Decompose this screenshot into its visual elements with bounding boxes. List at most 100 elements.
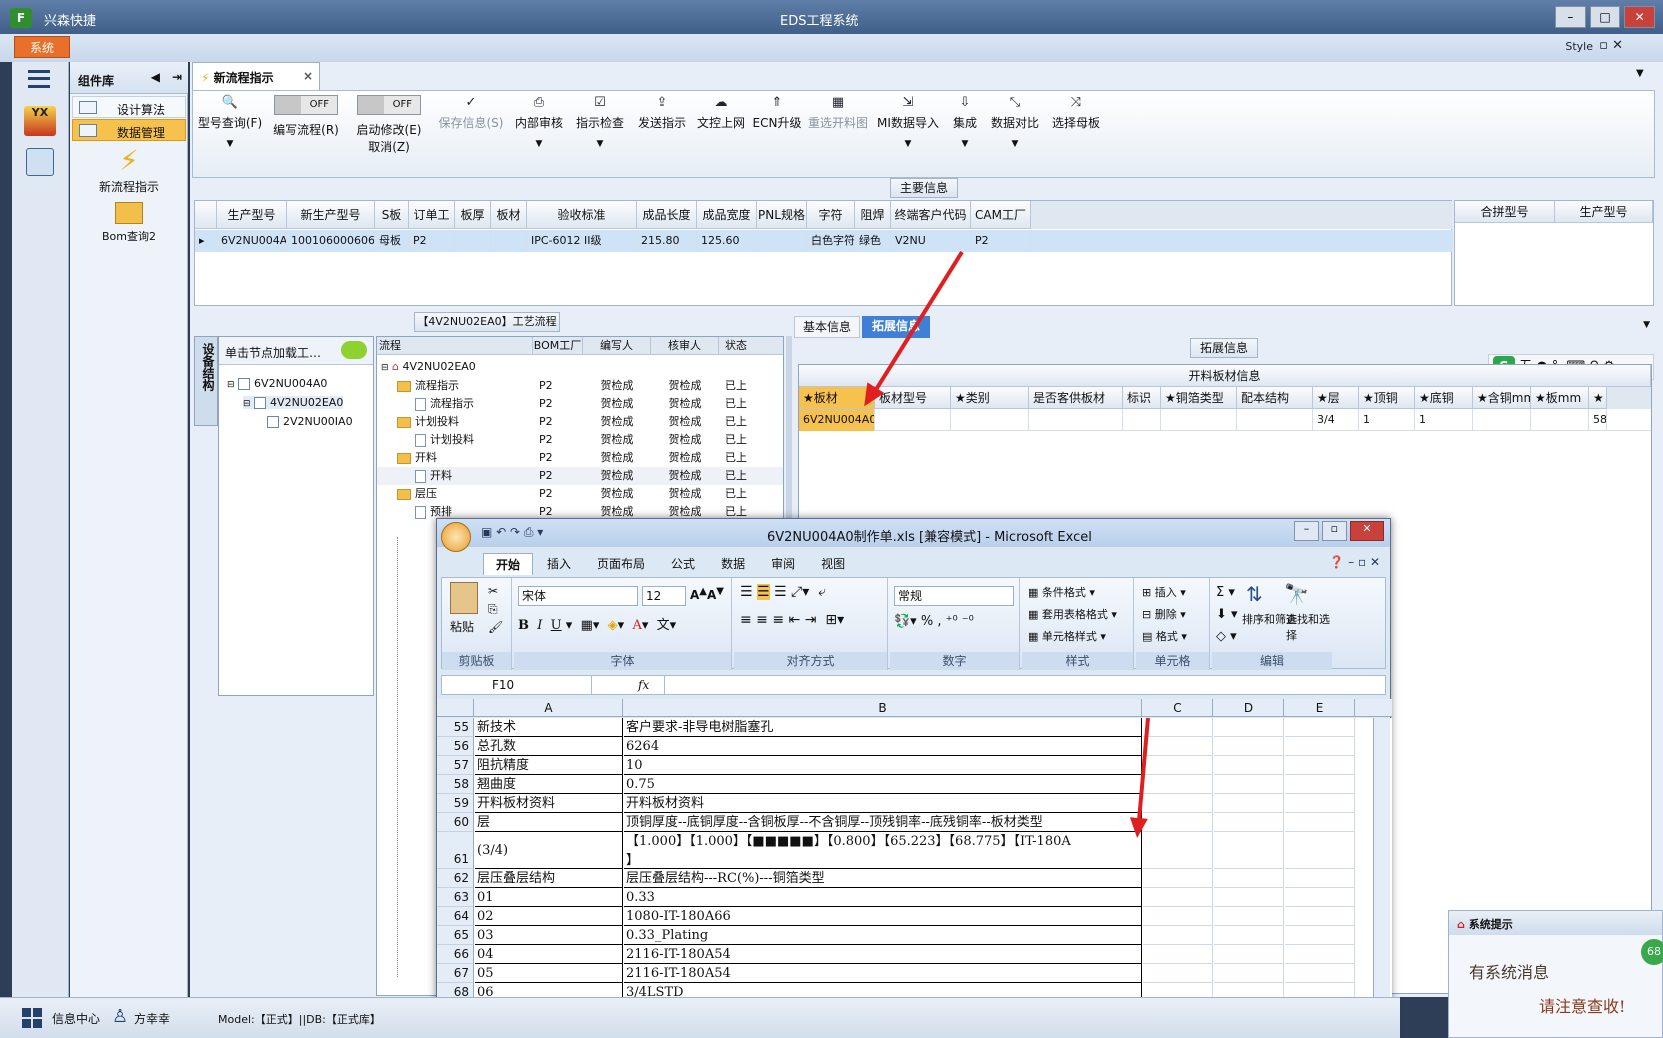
excel-tab[interactable]: 开始 <box>483 553 534 575</box>
table-row[interactable]: 60 层顶铜厚度--底铜厚度--含铜板厚--不含铜厚--顶残铜率--底残铜率--板… <box>437 813 1392 832</box>
internal-review-button[interactable]: ⎙ 内部审核 ▼ <box>511 95 567 149</box>
column-header[interactable]: 成品长度 <box>637 201 697 229</box>
cell-a[interactable]: 05 <box>475 964 623 983</box>
table-cell[interactable]: 125.60 <box>697 230 757 252</box>
column-header[interactable]: PNL规格 <box>757 201 807 229</box>
table-cell[interactable]: P2 <box>971 230 1031 252</box>
cell-e[interactable] <box>1285 888 1355 907</box>
clipboard-tools-icon[interactable]: ✂ ⎘ 🖌 <box>488 582 503 636</box>
table-row[interactable]: 57 阻抗精度 10 <box>437 756 1392 775</box>
cell-a[interactable]: 01 <box>475 888 623 907</box>
formula-input[interactable] <box>664 676 1364 694</box>
row-number[interactable]: 59 <box>437 794 474 813</box>
table-cell[interactable]: IPC-6012 II级 <box>527 230 637 252</box>
maximize-button[interactable]: □ <box>1589 6 1621 28</box>
column-header[interactable]: 生产型号 <box>217 201 287 229</box>
cell-a[interactable]: 总孔数 <box>475 737 623 756</box>
row-number[interactable]: 61 <box>437 832 474 869</box>
table-cell[interactable] <box>951 409 1029 431</box>
excel-help-icon[interactable]: ❓ – ▫ ✕ <box>1329 555 1380 569</box>
find-select-icon[interactable]: 🔭 <box>1284 582 1309 606</box>
column-header[interactable]: ★ <box>1589 387 1607 409</box>
pin-panel-icon[interactable]: ⇥ <box>172 70 182 84</box>
cell-e[interactable] <box>1285 775 1355 794</box>
font-grow-icon[interactable]: A▲A▼ <box>690 586 724 602</box>
ribbon-controls-icon[interactable]: ▫ ✕ <box>1599 38 1623 53</box>
row-number[interactable]: 58 <box>437 775 474 794</box>
excel-tab[interactable]: 插入 <box>535 553 583 575</box>
table-cell[interactable] <box>757 230 807 252</box>
table-row[interactable]: 66 04 2116-IT-180A54 <box>437 945 1392 964</box>
table-cell[interactable]: 6V2NU004A0 <box>217 230 287 252</box>
cell-e[interactable] <box>1285 756 1355 775</box>
row-number[interactable]: 66 <box>437 945 474 964</box>
tool-bom-query[interactable]: Bom查询2 <box>84 198 174 244</box>
system-menu-button[interactable]: 系统 <box>14 36 70 58</box>
table-cell[interactable]: 10010600060608 <box>287 230 375 252</box>
cell-a[interactable]: 层 <box>475 813 623 832</box>
paste-icon[interactable] <box>450 582 478 614</box>
number-format-select[interactable]: 常规 <box>894 586 1014 606</box>
vertical-scrollbar[interactable] <box>1373 718 1390 1038</box>
table-row[interactable]: 67 05 2116-IT-180A54 <box>437 964 1392 983</box>
cell-c[interactable] <box>1143 813 1213 832</box>
table-row[interactable]: 61 (3/4) 【1.000】【1.000】【■■■■■】【0.800】【65.2… <box>437 832 1392 869</box>
cell-d[interactable] <box>1214 888 1284 907</box>
table-cell[interactable] <box>491 230 527 252</box>
model-query-button[interactable]: 🔍 型号查询(F) ▼ <box>197 95 263 149</box>
main-info-data-row[interactable]: ▸6V2NU004A010010600060608母板P2IPC-6012 II… <box>195 230 1453 252</box>
cell-c[interactable] <box>1143 737 1213 756</box>
cell-b[interactable]: 2116-IT-180A54 <box>624 964 1142 983</box>
doc-upload-button[interactable]: ☁ 文控上网 <box>693 95 749 131</box>
cell-d[interactable] <box>1214 926 1284 945</box>
cell-b[interactable]: 客户要求-非导电树脂塞孔 <box>624 718 1142 737</box>
cell-d[interactable] <box>1214 737 1284 756</box>
column-header[interactable]: 是否客供板材 <box>1029 387 1123 409</box>
cell-c[interactable] <box>1143 888 1213 907</box>
office-button-icon[interactable] <box>441 522 471 552</box>
cell-b[interactable]: 0.75 <box>624 775 1142 794</box>
cell-b[interactable]: 开料板材资料 <box>624 794 1142 813</box>
table-cell[interactable] <box>1473 409 1531 431</box>
cell-c[interactable] <box>1143 756 1213 775</box>
system-notification[interactable]: ⌂ 系统提示 有系统消息 请注意查收! 68 <box>1448 910 1663 1038</box>
select-all-corner[interactable] <box>437 699 474 717</box>
row-number[interactable]: 65 <box>437 926 474 945</box>
col-header-c[interactable]: C <box>1143 699 1213 717</box>
write-process-toggle[interactable]: OFF 编写流程(R) <box>269 95 343 138</box>
align-h-icons[interactable]: ≡ ≡ ≡ ⇤ ⇥ ⊞▾ <box>740 612 844 628</box>
instruction-check-button[interactable]: ☑ 指示检查 ▼ <box>571 95 629 149</box>
row-number[interactable]: 62 <box>437 869 474 888</box>
excel-close-button[interactable]: ✕ <box>1349 521 1384 541</box>
cell-a[interactable]: 02 <box>475 907 623 926</box>
tool-new-process[interactable]: ⚡ 新流程指示 <box>84 144 174 195</box>
cell-d[interactable] <box>1214 775 1284 794</box>
cell-d[interactable] <box>1214 718 1284 737</box>
style-label[interactable]: Style <box>1565 40 1593 53</box>
mi-import-button[interactable]: ⇲ MI数据导入 ▼ <box>873 95 943 149</box>
column-header[interactable]: 板材 <box>491 201 527 229</box>
reselect-cutting-button[interactable]: ▦ 重选开料图 <box>805 95 871 131</box>
excel-tab[interactable]: 视图 <box>809 553 857 575</box>
quick-access-icon[interactable]: ▣ ↶ ↷ ⎙ ▾ <box>481 525 543 540</box>
column-header[interactable]: 配本结构 <box>1237 387 1313 409</box>
col-header-e[interactable]: E <box>1285 699 1355 717</box>
calculator-icon[interactable] <box>26 148 54 176</box>
column-header[interactable]: 订单工厂 <box>409 201 455 250</box>
row-selector-icon[interactable]: ▸ <box>195 230 217 252</box>
cell-d[interactable] <box>1214 794 1284 813</box>
cell-d[interactable] <box>1214 869 1284 888</box>
cell-a[interactable]: 阻抗精度 <box>475 756 623 775</box>
table-cell[interactable]: 3/4 <box>1313 409 1359 431</box>
cell-d[interactable] <box>1214 756 1284 775</box>
column-header[interactable]: ★层 <box>1313 387 1359 409</box>
table-cell[interactable]: 1 <box>1359 409 1415 431</box>
table-row[interactable]: 65 03 0.33_Plating <box>437 926 1392 945</box>
cell-d[interactable] <box>1214 813 1284 832</box>
cell-a[interactable]: 开料板材资料 <box>475 794 623 813</box>
device-tree-node[interactable]: ⊟ 6V2NU004A0 <box>227 377 327 390</box>
table-row[interactable]: 流程指示 P2 贺检成 贺检成 已上 <box>377 377 783 395</box>
column-header[interactable]: ★板mm <box>1531 387 1589 409</box>
table-row[interactable]: 开料 P2 贺检成 贺检成 已上 <box>377 449 783 467</box>
cell-d[interactable] <box>1214 964 1284 983</box>
